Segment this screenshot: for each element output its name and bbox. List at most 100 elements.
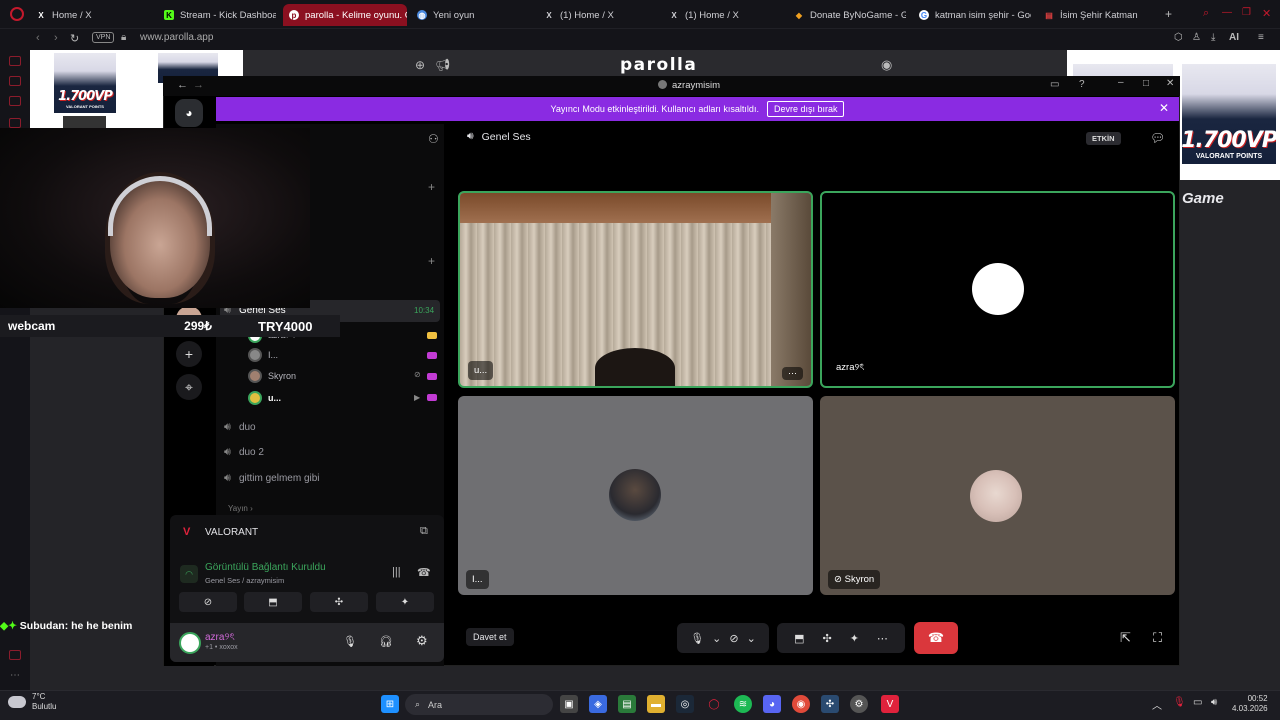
hangup-button[interactable]: ☎ — [914, 622, 958, 654]
tab-home-x-2[interactable]: X (1) Home / X — [538, 4, 656, 26]
settings-icon[interactable]: ⚙ — [850, 695, 868, 713]
back-icon[interactable]: ‹ — [36, 32, 40, 44]
sidebar-messenger-icon[interactable] — [9, 56, 21, 66]
channel-gittim-gelmem-gibi[interactable]: 🔊︎ gittim gelmem gibi — [224, 472, 320, 485]
app-icon[interactable]: ✣ — [821, 695, 839, 713]
opera-logo-icon[interactable] — [10, 7, 24, 21]
activities-icon[interactable]: ✣ — [822, 632, 831, 645]
sidebar-gx-icon[interactable] — [9, 650, 21, 660]
activities-button[interactable]: ✣ — [310, 592, 368, 612]
add-channel-icon[interactable]: + — [428, 254, 435, 268]
taskbar-search[interactable]: ⌕ Ara — [405, 694, 553, 715]
popout-icon[interactable]: ⇱ — [1120, 630, 1131, 646]
window-minimize-icon[interactable]: – — [1118, 77, 1124, 88]
headphones-icon[interactable]: 🎧︎ — [379, 635, 393, 648]
file-explorer-icon[interactable]: ▬ — [647, 695, 665, 713]
tray-volume-icon[interactable]: 🔊︎ — [1211, 697, 1217, 708]
sidebar-whatsapp-icon[interactable] — [9, 76, 21, 86]
tray-expand-icon[interactable]: ︿ — [1152, 697, 1162, 712]
soundboard-button[interactable]: ✦ — [376, 592, 434, 612]
category-label[interactable]: Yayın › — [228, 504, 253, 513]
more-options-icon[interactable]: ⋯ — [782, 367, 803, 380]
account-icon[interactable]: ♙ — [1192, 32, 1201, 43]
tab-parolla[interactable]: p parolla - Kelime oyunu. Gü — [283, 4, 407, 26]
banner-close-icon[interactable]: ✕ — [1159, 101, 1169, 115]
back-arrow-icon[interactable]: ← — [177, 79, 188, 91]
help-icon[interactable]: ? — [1079, 79, 1085, 90]
tab-yeni-oyun[interactable]: ◍ Yeni oyun — [411, 4, 529, 26]
chat-bubble-icon[interactable]: 💬︎ — [1150, 131, 1165, 145]
add-friend-icon[interactable]: ⚇ — [428, 132, 439, 146]
chrome-icon[interactable]: ◉ — [792, 695, 810, 713]
channel-duo-2[interactable]: 🔊︎ duo 2 — [224, 446, 264, 459]
task-view-icon[interactable]: ▣ — [560, 695, 578, 713]
sidebar-instagram-icon[interactable] — [9, 118, 21, 128]
start-menu-icon[interactable]: ⊞ — [381, 695, 399, 713]
video-tile[interactable]: azra୨ৎ — [820, 191, 1175, 388]
inbox-icon[interactable]: ▭ — [1050, 79, 1059, 90]
discord-logo-icon[interactable]: ◕ — [175, 99, 203, 127]
terminal-icon[interactable]: ▤ — [618, 695, 636, 713]
vpn-badge[interactable]: VPN — [92, 32, 115, 43]
window-maximize-icon[interactable]: □ — [1143, 78, 1149, 89]
forward-icon[interactable]: › — [54, 32, 58, 44]
menu-icon[interactable]: ≡ — [1258, 32, 1264, 43]
spotify-icon[interactable]: ≋ — [734, 695, 752, 713]
new-tab-button[interactable]: + — [1165, 7, 1172, 21]
connection-status[interactable]: Görüntülü Bağlantı Kuruldu — [205, 562, 326, 573]
maximize-icon[interactable]: ❐ — [1242, 7, 1251, 18]
screen-share-button[interactable]: ⬒ — [244, 592, 302, 612]
opera-icon[interactable]: ◯ — [705, 695, 723, 713]
more-options-icon[interactable]: ⋯ — [877, 632, 888, 645]
video-tile[interactable]: I... — [458, 396, 813, 595]
invite-button[interactable]: Davet et — [466, 628, 514, 646]
tab-home-x[interactable]: X Home / X — [30, 4, 148, 26]
add-channel-icon[interactable]: + — [428, 180, 435, 194]
extensions-icon[interactable]: ⬡ — [1174, 32, 1183, 43]
connection-icon[interactable]: ◠ — [180, 565, 198, 583]
tray-mic-icon[interactable]: 🎙︎ — [1173, 697, 1186, 708]
discover-icon[interactable]: ⌖ — [176, 374, 202, 400]
tab-donate-bynogame[interactable]: ◆ Donate ByNoGame - Geli — [788, 4, 906, 26]
language-icon[interactable]: ⊕ — [415, 58, 425, 72]
chevron-down-icon[interactable]: ⌄ — [712, 632, 721, 645]
voice-member[interactable]: I... — [248, 348, 278, 362]
voice-member[interactable]: u... — [248, 391, 281, 405]
minimize-icon[interactable]: — — [1222, 7, 1232, 18]
download-icon[interactable]: ⤓ — [1211, 32, 1215, 43]
reload-icon[interactable]: ↻ — [70, 32, 79, 45]
noise-suppression-icon[interactable]: ||| — [392, 566, 401, 578]
tab-home-x-3[interactable]: X (1) Home / X — [663, 4, 781, 26]
profile-icon[interactable]: ◉ — [881, 57, 892, 73]
microphone-icon[interactable]: 🎙︎ — [343, 635, 357, 648]
soundboard-icon[interactable]: ✦ — [850, 632, 859, 645]
screen-share-icon[interactable]: ⬒ — [794, 632, 804, 645]
tray-display-icon[interactable]: ▭ — [1193, 697, 1202, 708]
video-tile[interactable]: ⊘ Skyron — [820, 396, 1175, 595]
add-server-icon[interactable]: + — [176, 341, 202, 367]
tab-isim-sehir[interactable]: ▤ İsim Şehir Katman — [1038, 4, 1156, 26]
valorant-taskbar-icon[interactable]: V — [881, 695, 899, 713]
active-badge[interactable]: ETKİN — [1086, 132, 1121, 145]
mic-control[interactable]: 🎙︎ ⌄ ⊘ ⌄ — [677, 623, 769, 653]
voice-member[interactable]: Skyron — [248, 369, 296, 383]
close-icon[interactable]: ✕ — [1262, 7, 1271, 20]
discord-taskbar-icon[interactable]: ◈ — [589, 695, 607, 713]
disable-streamer-mode-button[interactable]: Devre dışı bırak — [766, 101, 845, 117]
call-actions[interactable]: ⬒ ✣ ✦ ⋯ — [777, 623, 905, 653]
steam-icon[interactable]: ◎ — [676, 695, 694, 713]
avatar[interactable] — [179, 632, 201, 654]
camera-off-button[interactable]: ⊘ — [179, 592, 237, 612]
settings-gear-icon[interactable]: ⚙ — [416, 633, 428, 649]
disconnect-icon[interactable]: ☎ — [417, 566, 431, 579]
channel-duo[interactable]: 🔊︎ duo — [224, 421, 256, 434]
activity-panel-icon[interactable]: ⧉ — [420, 525, 428, 538]
tab-google-search[interactable]: Gkatman isim şehir - Googl — [913, 4, 1031, 26]
clock[interactable]: 00:52 4.03.2026 — [1232, 694, 1268, 714]
announcement-icon[interactable]: 📢︎ — [435, 58, 450, 72]
sidebar-more-icon[interactable]: ⋯ — [10, 670, 20, 681]
search-icon[interactable]: ⌕ — [1203, 7, 1209, 20]
forward-arrow-icon[interactable]: → — [193, 79, 204, 91]
discord-app-icon[interactable]: ◕ — [763, 695, 781, 713]
tab-kick-dashboard[interactable]: K Stream - Kick Dashboard — [158, 4, 276, 26]
